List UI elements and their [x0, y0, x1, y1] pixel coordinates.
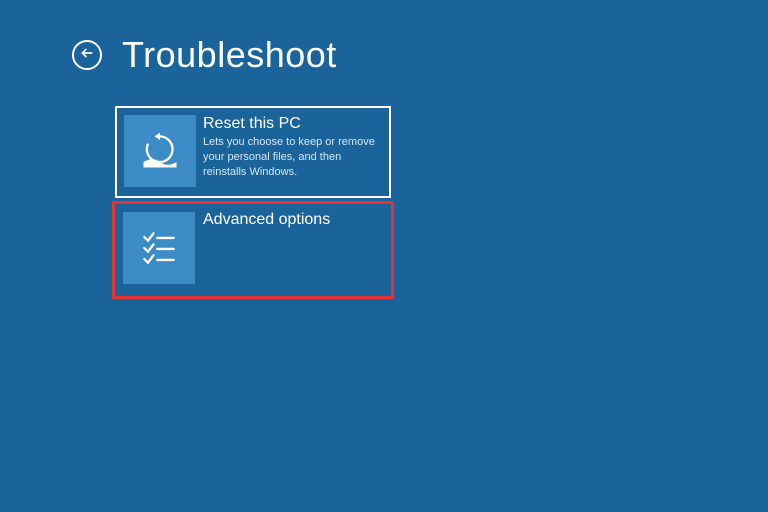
reset-pc-title: Reset this PC	[203, 115, 381, 133]
advanced-options-icon	[123, 212, 195, 284]
reset-pc-text: Reset this PC Lets you choose to keep or…	[203, 108, 389, 196]
page-title: Troubleshoot	[122, 34, 337, 76]
advanced-options-tile[interactable]: Advanced options	[115, 204, 391, 296]
reset-this-pc-tile[interactable]: Reset this PC Lets you choose to keep or…	[115, 106, 391, 198]
advanced-options-text: Advanced options	[203, 204, 391, 296]
reset-pc-icon	[124, 115, 196, 187]
header: Troubleshoot	[0, 0, 768, 76]
back-button[interactable]	[72, 40, 102, 70]
advanced-options-title: Advanced options	[203, 211, 383, 229]
tiles-container: Reset this PC Lets you choose to keep or…	[0, 76, 768, 296]
reset-pc-description: Lets you choose to keep or remove your p…	[203, 135, 381, 180]
back-arrow-icon	[79, 45, 95, 66]
